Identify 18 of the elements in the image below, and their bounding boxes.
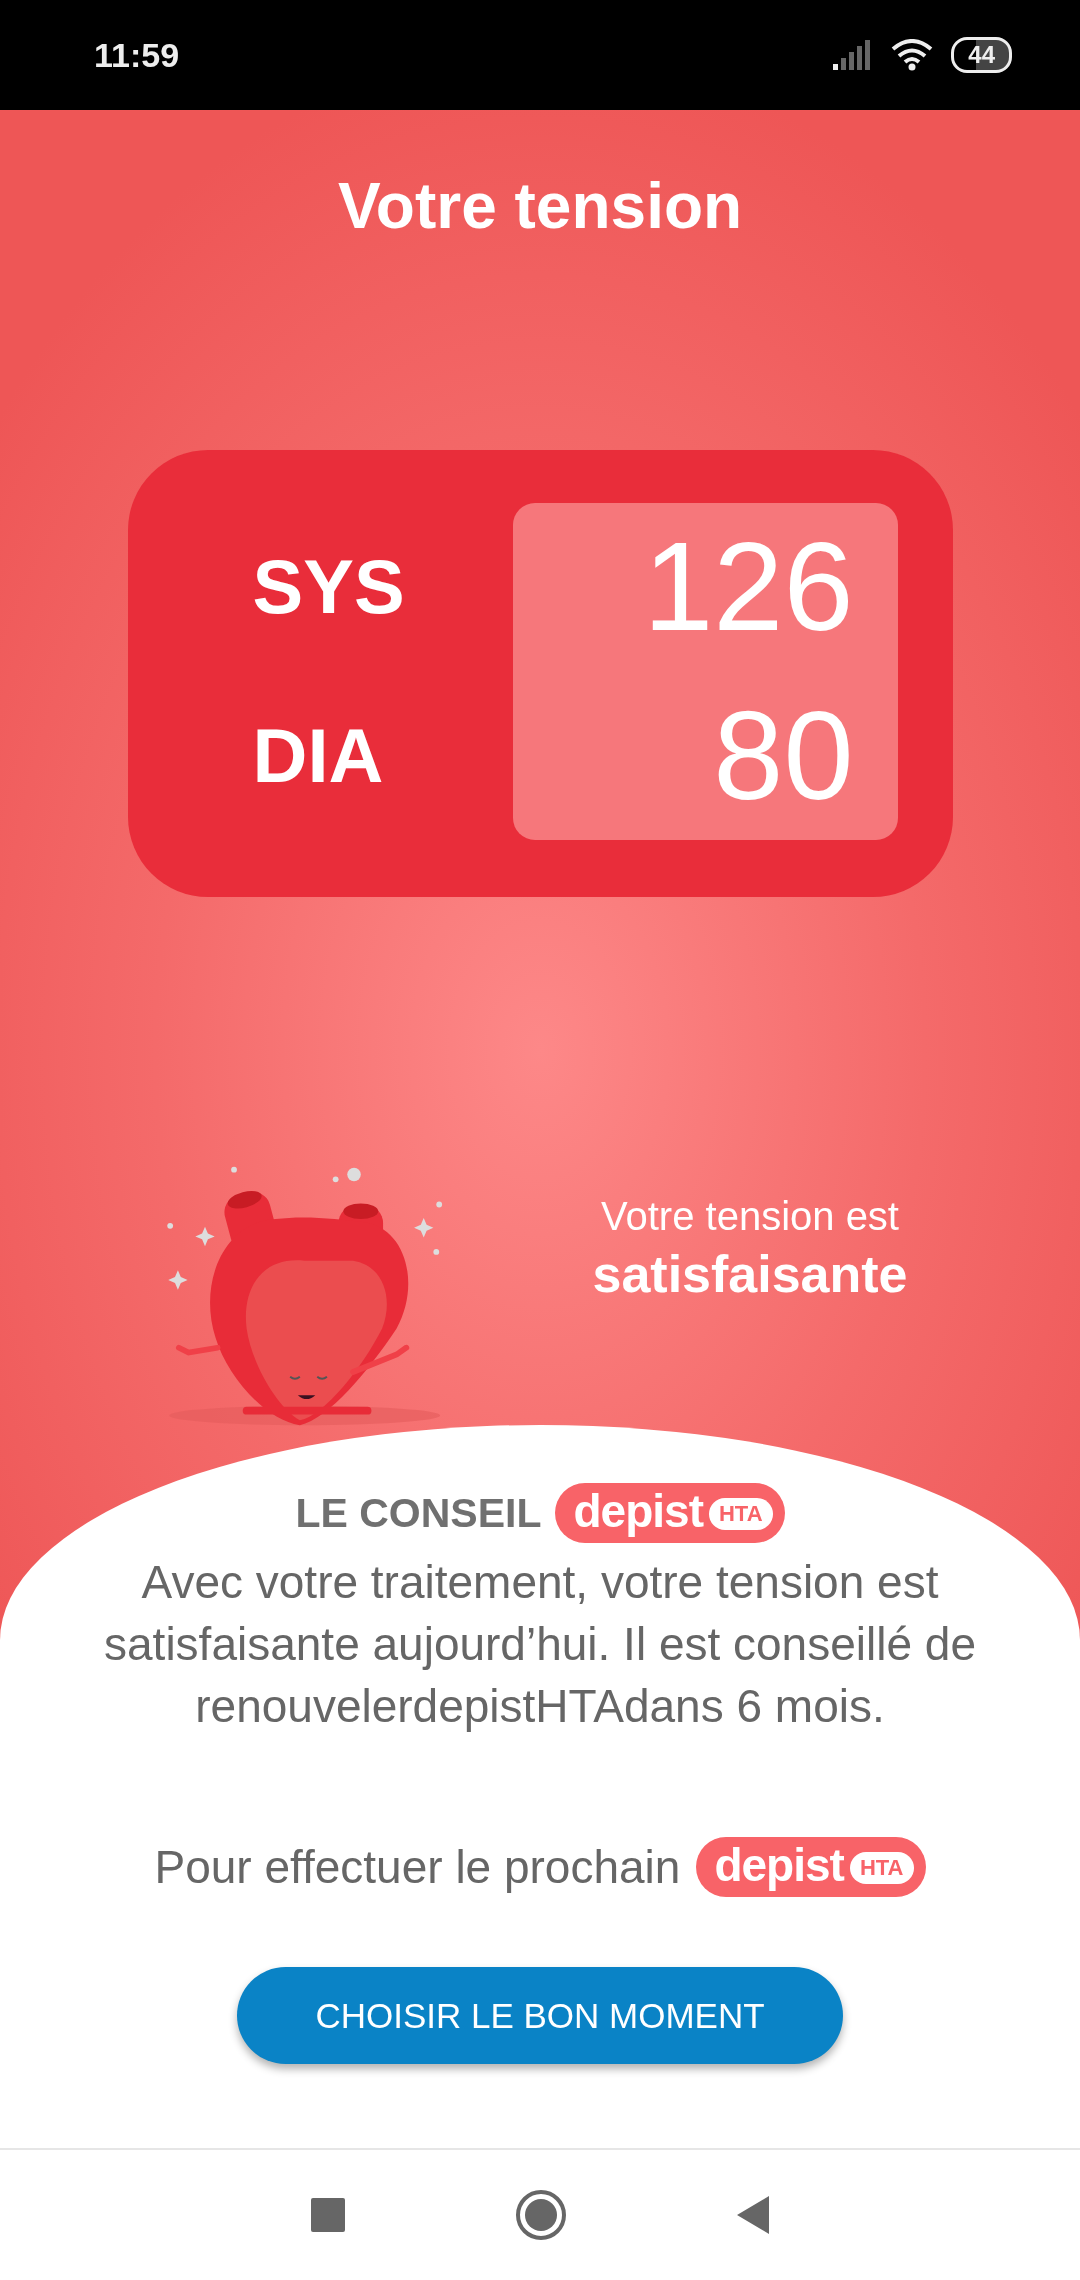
reading-label: DIA [252,711,385,800]
next-text: Pour effectuer le prochain [154,1840,681,1894]
advice-heading: LE CONSEIL [295,1489,542,1537]
clock: 11:59 [94,35,180,75]
reading-label: SYS [252,543,406,632]
page-title: Votre tension [336,169,744,244]
back-icon[interactable] [737,2196,769,2234]
verdict-result: satisfaisante [592,1244,908,1305]
battery-indicator: 44 [951,37,1012,73]
reading-value: 126 [643,515,854,660]
brand-badge: depist HTA [696,1837,926,1897]
brand-badge: depist HTA [555,1483,785,1543]
advice-text: Avec votre traitement, votre tension est satisfaisante aujourd’hui. Il est conseillé de renouvelerdepistHTAdans 6 mois. [103,1555,977,1734]
choose-moment-button[interactable]: CHOISIR LE BON MOMENT [237,1967,843,2064]
wifi-icon [891,39,934,71]
verdict-intro: Votre tension est [601,1193,899,1240]
home-icon[interactable] [515,2189,567,2241]
reading-value: 80 [713,683,854,828]
